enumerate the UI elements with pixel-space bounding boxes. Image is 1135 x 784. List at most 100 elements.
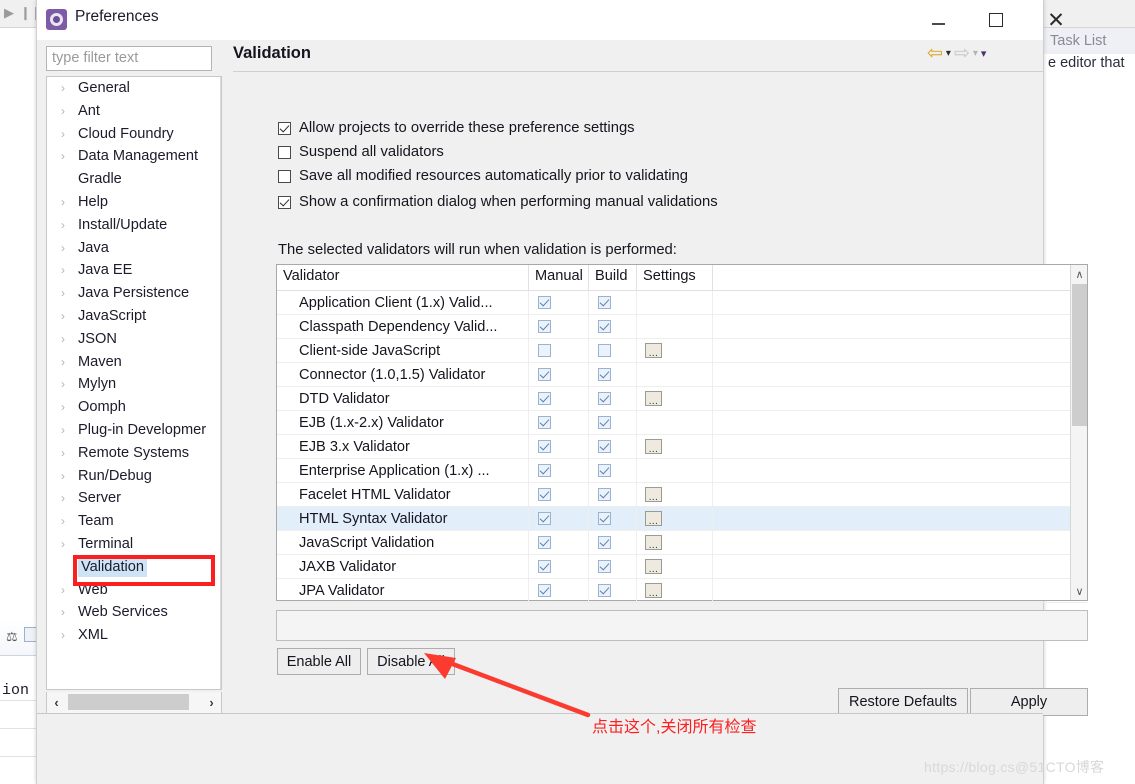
settings-ellipsis-button[interactable]: … bbox=[645, 583, 662, 599]
build-checkbox-icon[interactable] bbox=[598, 536, 611, 549]
sidebar-item-json[interactable]: › JSON bbox=[47, 328, 221, 351]
expand-chevron-icon[interactable]: › bbox=[61, 282, 65, 305]
sidebar-item-ant[interactable]: › Ant bbox=[47, 100, 221, 123]
forward-dropdown-icon[interactable]: ▾ bbox=[973, 48, 978, 59]
tree-scroll-area[interactable]: › General › Ant › Cloud Foundry › Data Manageme… bbox=[47, 77, 221, 689]
build-checkbox-icon[interactable] bbox=[598, 584, 611, 597]
manual-checkbox-icon[interactable] bbox=[538, 536, 551, 549]
build-checkbox-icon[interactable] bbox=[598, 416, 611, 429]
expand-chevron-icon[interactable]: › bbox=[61, 601, 65, 624]
settings-ellipsis-button[interactable]: … bbox=[645, 559, 662, 575]
settings-cell[interactable]: … bbox=[637, 530, 713, 555]
expand-chevron-icon[interactable]: › bbox=[61, 328, 65, 351]
settings-ellipsis-button[interactable]: … bbox=[645, 487, 662, 503]
expand-chevron-icon[interactable]: › bbox=[61, 351, 65, 374]
sidebar-item-data-management[interactable]: › Data Management bbox=[47, 145, 221, 168]
table-row[interactable]: JavaScript Validation… bbox=[277, 530, 1087, 555]
manual-checkbox-icon[interactable] bbox=[538, 440, 551, 453]
expand-chevron-icon[interactable]: › bbox=[61, 145, 65, 168]
restore-defaults-button[interactable]: Restore Defaults bbox=[838, 688, 968, 716]
checkbox-icon[interactable] bbox=[278, 145, 291, 159]
table-row[interactable]: DTD Validator… bbox=[277, 386, 1087, 411]
scrollbar-thumb[interactable] bbox=[68, 694, 189, 710]
manual-checkbox-icon[interactable] bbox=[538, 392, 551, 405]
build-checkbox-icon[interactable] bbox=[598, 368, 611, 381]
build-checkbox-cell[interactable] bbox=[589, 530, 637, 555]
build-checkbox-cell[interactable] bbox=[589, 554, 637, 579]
build-checkbox-icon[interactable] bbox=[598, 512, 611, 525]
settings-cell[interactable]: … bbox=[637, 386, 713, 411]
build-checkbox-cell[interactable] bbox=[589, 578, 637, 603]
settings-cell[interactable]: … bbox=[637, 506, 713, 531]
maximize-button[interactable] bbox=[973, 0, 1019, 40]
sidebar-item-mylyn[interactable]: › Mylyn bbox=[47, 373, 221, 396]
manual-checkbox-icon[interactable] bbox=[538, 296, 551, 309]
sidebar-item-java-ee[interactable]: › Java EE bbox=[47, 259, 221, 282]
checkbox-icon[interactable] bbox=[278, 169, 291, 183]
manual-checkbox-icon[interactable] bbox=[538, 560, 551, 573]
option-checkbox-row[interactable]: Allow projects to override these prefere… bbox=[278, 120, 635, 136]
sidebar-item-help[interactable]: › Help bbox=[47, 191, 221, 214]
sidebar-item-cloud-foundry[interactable]: › Cloud Foundry bbox=[47, 123, 221, 146]
column-header-blank[interactable] bbox=[713, 265, 1087, 290]
manual-checkbox-cell[interactable] bbox=[529, 530, 589, 555]
expand-chevron-icon[interactable]: › bbox=[61, 419, 65, 442]
table-row[interactable]: Classpath Dependency Valid... bbox=[277, 314, 1087, 339]
build-checkbox-cell[interactable] bbox=[589, 386, 637, 411]
build-checkbox-icon[interactable] bbox=[598, 464, 611, 477]
build-checkbox-cell[interactable] bbox=[589, 290, 637, 315]
expand-chevron-icon[interactable]: › bbox=[61, 123, 65, 146]
build-checkbox-cell[interactable] bbox=[589, 506, 637, 531]
manual-checkbox-icon[interactable] bbox=[538, 416, 551, 429]
expand-chevron-icon[interactable]: › bbox=[61, 510, 65, 533]
sidebar-item-web-services[interactable]: › Web Services bbox=[47, 601, 221, 624]
manual-checkbox-cell[interactable] bbox=[529, 362, 589, 387]
settings-cell[interactable]: … bbox=[637, 554, 713, 579]
table-row[interactable]: JPA Validator… bbox=[277, 578, 1087, 603]
expand-chevron-icon[interactable]: › bbox=[61, 100, 65, 123]
table-body[interactable]: Application Client (1.x) Valid... Classpa… bbox=[277, 290, 1087, 603]
table-row[interactable]: Facelet HTML Validator… bbox=[277, 482, 1087, 507]
settings-ellipsis-button[interactable]: … bbox=[645, 511, 662, 527]
table-row[interactable]: JAXB Validator… bbox=[277, 554, 1087, 579]
build-checkbox-icon[interactable] bbox=[598, 392, 611, 405]
tree-horizontal-scrollbar[interactable]: ‹ › bbox=[46, 692, 222, 714]
manual-checkbox-icon[interactable] bbox=[538, 320, 551, 333]
table-row[interactable]: Client-side JavaScript… bbox=[277, 338, 1087, 363]
expand-chevron-icon[interactable]: › bbox=[61, 191, 65, 214]
column-header-manual[interactable]: Manual bbox=[529, 265, 589, 290]
checkbox-icon[interactable] bbox=[278, 195, 291, 209]
back-dropdown-icon[interactable]: ▾ bbox=[946, 48, 951, 59]
table-row[interactable]: Application Client (1.x) Valid... bbox=[277, 290, 1087, 315]
table-row[interactable]: Enterprise Application (1.x) ... bbox=[277, 458, 1087, 483]
expand-chevron-icon[interactable]: › bbox=[61, 533, 65, 556]
sidebar-item-java[interactable]: › Java bbox=[47, 237, 221, 260]
apply-button[interactable]: Apply bbox=[970, 688, 1088, 716]
close-button[interactable]: ✕ bbox=[1033, 0, 1079, 40]
minimize-button[interactable] bbox=[915, 0, 961, 40]
scroll-left-icon[interactable]: ‹ bbox=[47, 692, 66, 712]
filter-input[interactable]: type filter text bbox=[46, 46, 212, 71]
scroll-down-icon[interactable]: ∨ bbox=[1071, 582, 1088, 600]
scrollbar-thumb[interactable] bbox=[1072, 284, 1087, 426]
expand-chevron-icon[interactable]: › bbox=[61, 305, 65, 328]
manual-checkbox-icon[interactable] bbox=[538, 488, 551, 501]
expand-chevron-icon[interactable]: › bbox=[61, 624, 65, 647]
sidebar-item-javascript[interactable]: › JavaScript bbox=[47, 305, 221, 328]
expand-chevron-icon[interactable]: › bbox=[61, 373, 65, 396]
expand-chevron-icon[interactable]: › bbox=[61, 259, 65, 282]
manual-checkbox-icon[interactable] bbox=[538, 464, 551, 477]
sidebar-item-server[interactable]: › Server bbox=[47, 487, 221, 510]
build-checkbox-cell[interactable] bbox=[589, 314, 637, 339]
manual-checkbox-cell[interactable] bbox=[529, 434, 589, 459]
manual-checkbox-cell[interactable] bbox=[529, 458, 589, 483]
table-row[interactable]: HTML Syntax Validator… bbox=[277, 506, 1087, 531]
sidebar-item-terminal[interactable]: › Terminal bbox=[47, 533, 221, 556]
sidebar-item-xml[interactable]: › XML bbox=[47, 624, 221, 647]
expand-chevron-icon[interactable]: › bbox=[61, 442, 65, 465]
sidebar-item-maven[interactable]: › Maven bbox=[47, 351, 221, 374]
table-row[interactable]: EJB 3.x Validator… bbox=[277, 434, 1087, 459]
option-checkbox-row[interactable]: Show a confirmation dialog when performi… bbox=[278, 194, 718, 210]
build-checkbox-icon[interactable] bbox=[598, 560, 611, 573]
expand-chevron-icon[interactable]: › bbox=[61, 579, 65, 602]
